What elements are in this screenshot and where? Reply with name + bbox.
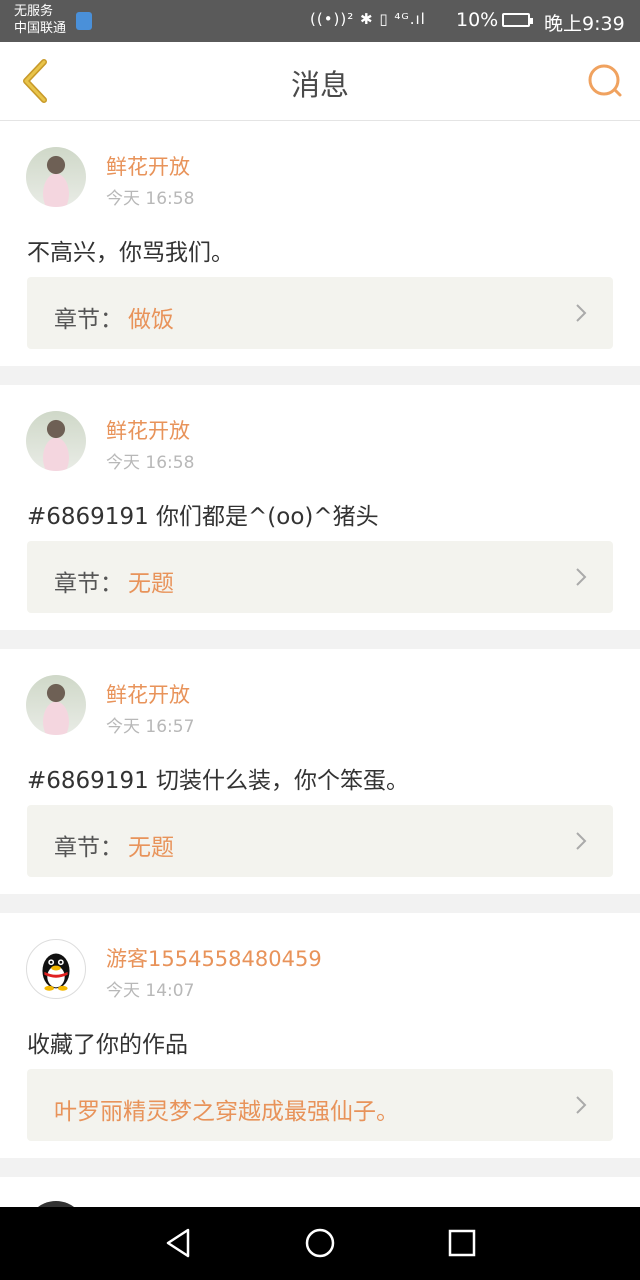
battery-percent: 10% [456,9,499,31]
chapter-link[interactable]: 章节： 无题 [27,805,613,877]
timestamp: 今天 16:58 [106,453,195,473]
chapter-prefix: 章节： [54,571,123,597]
chapter-name: 无题 [128,835,174,861]
message-text: #6869191 切装什么装，你个笨蛋。 [27,768,410,794]
page-title: 消息 [290,68,349,102]
work-title: 叶罗丽精灵梦之穿越成最强仙子。 [54,1099,399,1125]
search-icon[interactable] [586,62,624,100]
username[interactable]: 游客1554558480459 [106,943,322,973]
system-nav-bar [0,1207,640,1280]
chapter-link[interactable]: 章节： 无题 [27,541,613,613]
avatar[interactable] [26,939,86,999]
signal-icons: ((•))² ✱ ▯ ⁴ᴳ.ıl [310,10,426,28]
timestamp: 今天 16:58 [106,189,195,209]
chevron-right-icon [576,832,587,850]
username[interactable]: 鲜花开放 [106,679,190,709]
message-card[interactable]: 游客1554558480459 今天 14:07 收藏了你的作品 叶罗丽精灵梦之… [0,913,640,1158]
carrier-status: 无服务 [14,4,54,19]
chapter-name: 无题 [128,571,174,597]
penguin-icon [42,953,70,991]
message-card[interactable]: 鲜花开放 今天 16:57 #6869191 切装什么装，你个笨蛋。 章节： 无… [0,649,640,894]
battery-icon [502,13,533,27]
chapter-link[interactable]: 章节： 做饭 [27,277,613,349]
timestamp: 今天 16:57 [106,717,195,737]
chapter-prefix: 章节： [54,307,123,333]
chapter-name: 做饭 [128,307,174,333]
message-card[interactable] [0,1177,640,1207]
message-text: 收藏了你的作品 [27,1032,188,1058]
message-card[interactable]: 鲜花开放 今天 16:58 不高兴，你骂我们。 章节： 做饭 [0,121,640,366]
chevron-right-icon [576,304,587,322]
back-triangle-icon[interactable] [160,1225,196,1261]
shield-icon [76,12,92,30]
chevron-right-icon [576,1096,587,1114]
clock: 晚上9:39 [544,13,625,35]
work-link[interactable]: 叶罗丽精灵梦之穿越成最强仙子。 [27,1069,613,1141]
recents-square-icon[interactable] [444,1225,480,1261]
app-header: 消息 [0,42,640,121]
username[interactable]: 鲜花开放 [106,415,190,445]
username[interactable]: 鲜花开放 [106,151,190,181]
carrier-info: 无服务 中国联通 [14,3,66,37]
avatar[interactable] [26,675,86,735]
home-circle-icon[interactable] [302,1225,338,1261]
message-text: 不高兴，你骂我们。 [27,240,234,266]
carrier-name: 中国联通 [14,21,67,36]
chapter-prefix: 章节： [54,835,123,861]
timestamp: 今天 14:07 [106,981,195,1001]
avatar[interactable] [26,411,86,471]
status-bar: 无服务 中国联通 ((•))² ✱ ▯ ⁴ᴳ.ıl 10% 晚上9:39 [0,0,640,42]
message-text: #6869191 你们都是^(oo)^猪头 [27,504,379,530]
message-card[interactable]: 鲜花开放 今天 16:58 #6869191 你们都是^(oo)^猪头 章节： … [0,385,640,630]
chevron-right-icon [576,568,587,586]
avatar[interactable] [26,147,86,207]
